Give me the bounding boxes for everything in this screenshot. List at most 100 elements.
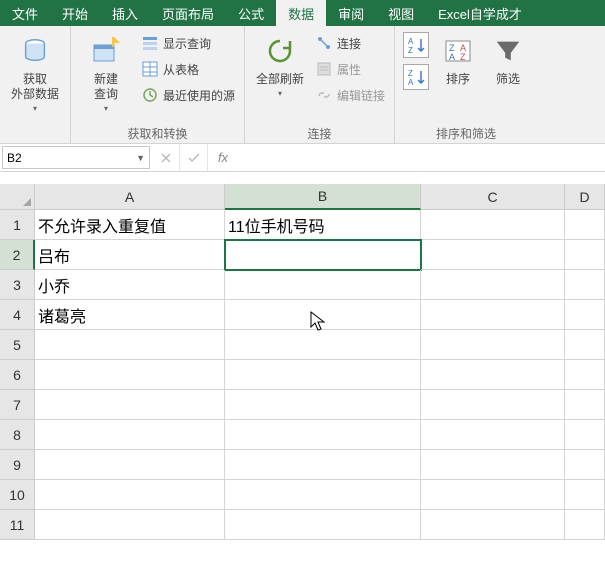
row-header-9[interactable]: 9 — [0, 450, 35, 480]
row-header-6[interactable]: 6 — [0, 360, 35, 390]
cell-D1[interactable] — [565, 210, 605, 240]
row-header-2[interactable]: 2 — [0, 240, 35, 270]
sort-dialog-button[interactable]: ZAAZ 排序 — [435, 30, 481, 91]
row-header-1[interactable]: 1 — [0, 210, 35, 240]
cell-B6[interactable] — [225, 360, 421, 390]
ribbon-group-sort-filter: AZ ZA ZAAZ 排序 筛选 排序和筛选 — [395, 26, 537, 143]
cell-A6[interactable] — [35, 360, 225, 390]
row-header-11[interactable]: 11 — [0, 510, 35, 540]
cell-B7[interactable] — [225, 390, 421, 420]
formula-input[interactable] — [238, 144, 605, 171]
cell-C7[interactable] — [421, 390, 565, 420]
tab-view[interactable]: 视图 — [376, 0, 426, 26]
recent-sources-button[interactable]: 最近使用的源 — [139, 84, 238, 106]
tab-insert[interactable]: 插入 — [100, 0, 150, 26]
cell-B2[interactable] — [225, 240, 421, 270]
column-headers: ABCD — [0, 184, 605, 210]
cell-D5[interactable] — [565, 330, 605, 360]
cell-D4[interactable] — [565, 300, 605, 330]
cell-A11[interactable] — [35, 510, 225, 540]
spreadsheet-grid: ABCD 1不允许录入重复值11位手机号码 2吕布3小乔4诸葛亮567891011 — [0, 184, 605, 540]
cell-C8[interactable] — [421, 420, 565, 450]
cancel-formula-button[interactable] — [152, 144, 180, 171]
cell-D7[interactable] — [565, 390, 605, 420]
row-header-8[interactable]: 8 — [0, 420, 35, 450]
tab-addin[interactable]: Excel自学成才 — [426, 0, 534, 26]
tab-data[interactable]: 数据 — [276, 0, 326, 26]
cell-B9[interactable] — [225, 450, 421, 480]
cell-C4[interactable] — [421, 300, 565, 330]
cell-C10[interactable] — [421, 480, 565, 510]
column-header-D[interactable]: D — [565, 184, 605, 210]
column-header-A[interactable]: A — [35, 184, 225, 210]
cell-C11[interactable] — [421, 510, 565, 540]
cell-B4[interactable] — [225, 300, 421, 330]
cell-C6[interactable] — [421, 360, 565, 390]
cell-A2[interactable]: 吕布 — [35, 240, 225, 270]
enter-formula-button[interactable] — [180, 144, 208, 171]
cell-D11[interactable] — [565, 510, 605, 540]
show-queries-button[interactable]: 显示查询 — [139, 32, 238, 54]
cell-A8[interactable] — [35, 420, 225, 450]
row-header-10[interactable]: 10 — [0, 480, 35, 510]
group-label-get-transform: 获取和转换 — [77, 123, 238, 141]
ribbon-group-connections: 全部刷新 ▾ 连接 属性 编辑链接 连接 — [245, 26, 395, 143]
cell-B3[interactable] — [225, 270, 421, 300]
name-box[interactable]: B2 ▼ — [2, 146, 150, 169]
cell-B11[interactable] — [225, 510, 421, 540]
cell-A7[interactable] — [35, 390, 225, 420]
cell-D2[interactable] — [565, 240, 605, 270]
cell-D3[interactable] — [565, 270, 605, 300]
cell-B8[interactable] — [225, 420, 421, 450]
from-table-button[interactable]: 从表格 — [139, 58, 238, 80]
cell-A3[interactable]: 小乔 — [35, 270, 225, 300]
tab-formulas[interactable]: 公式 — [226, 0, 276, 26]
cell-A4[interactable]: 诸葛亮 — [35, 300, 225, 330]
row-header-5[interactable]: 5 — [0, 330, 35, 360]
filter-label: 筛选 — [496, 72, 520, 87]
tab-file[interactable]: 文件 — [0, 0, 50, 26]
cell-A5[interactable] — [35, 330, 225, 360]
cell-C9[interactable] — [421, 450, 565, 480]
cell-B5[interactable] — [225, 330, 421, 360]
cell-A9[interactable] — [35, 450, 225, 480]
tab-review[interactable]: 审阅 — [326, 0, 376, 26]
column-header-C[interactable]: C — [421, 184, 565, 210]
cell-C3[interactable] — [421, 270, 565, 300]
recent-sources-label: 最近使用的源 — [163, 87, 235, 104]
filter-button[interactable]: 筛选 — [485, 30, 531, 91]
ribbon: 获取外部数据 ▾ 新建查询 ▾ 显示查询 从表格 — [0, 26, 605, 144]
tab-pagelayout[interactable]: 页面布局 — [150, 0, 226, 26]
chevron-down-icon: ▾ — [104, 104, 108, 113]
refresh-all-button[interactable]: 全部刷新 ▾ — [251, 30, 309, 102]
from-table-icon — [142, 61, 158, 77]
connections-button[interactable]: 连接 — [313, 32, 388, 54]
edit-links-button[interactable]: 编辑链接 — [313, 84, 388, 106]
row-header-3[interactable]: 3 — [0, 270, 35, 300]
select-all-button[interactable] — [0, 184, 35, 210]
properties-button[interactable]: 属性 — [313, 58, 388, 80]
cell-C2[interactable] — [421, 240, 565, 270]
cell-B10[interactable] — [225, 480, 421, 510]
column-header-B[interactable]: B — [225, 184, 421, 210]
fx-icon[interactable]: fx — [208, 144, 238, 171]
cell-A1[interactable]: 不允许录入重复值 — [35, 210, 225, 240]
cell-D6[interactable] — [565, 360, 605, 390]
sort-desc-button[interactable]: ZA — [403, 64, 429, 90]
cell-D10[interactable] — [565, 480, 605, 510]
cell-C5[interactable] — [421, 330, 565, 360]
name-box-value: B2 — [7, 151, 22, 165]
get-external-data-button[interactable]: 获取外部数据 ▾ — [6, 30, 64, 117]
new-query-button[interactable]: 新建查询 ▾ — [77, 30, 135, 117]
cell-B1[interactable]: 11位手机号码 — [225, 210, 421, 240]
chevron-down-icon: ▾ — [33, 104, 37, 113]
cell-D9[interactable] — [565, 450, 605, 480]
sort-asc-button[interactable]: AZ — [403, 32, 429, 58]
cell-A10[interactable] — [35, 480, 225, 510]
check-icon — [187, 152, 201, 164]
tab-home[interactable]: 开始 — [50, 0, 100, 26]
cell-C1[interactable] — [421, 210, 565, 240]
row-header-7[interactable]: 7 — [0, 390, 35, 420]
cell-D8[interactable] — [565, 420, 605, 450]
row-header-4[interactable]: 4 — [0, 300, 35, 330]
